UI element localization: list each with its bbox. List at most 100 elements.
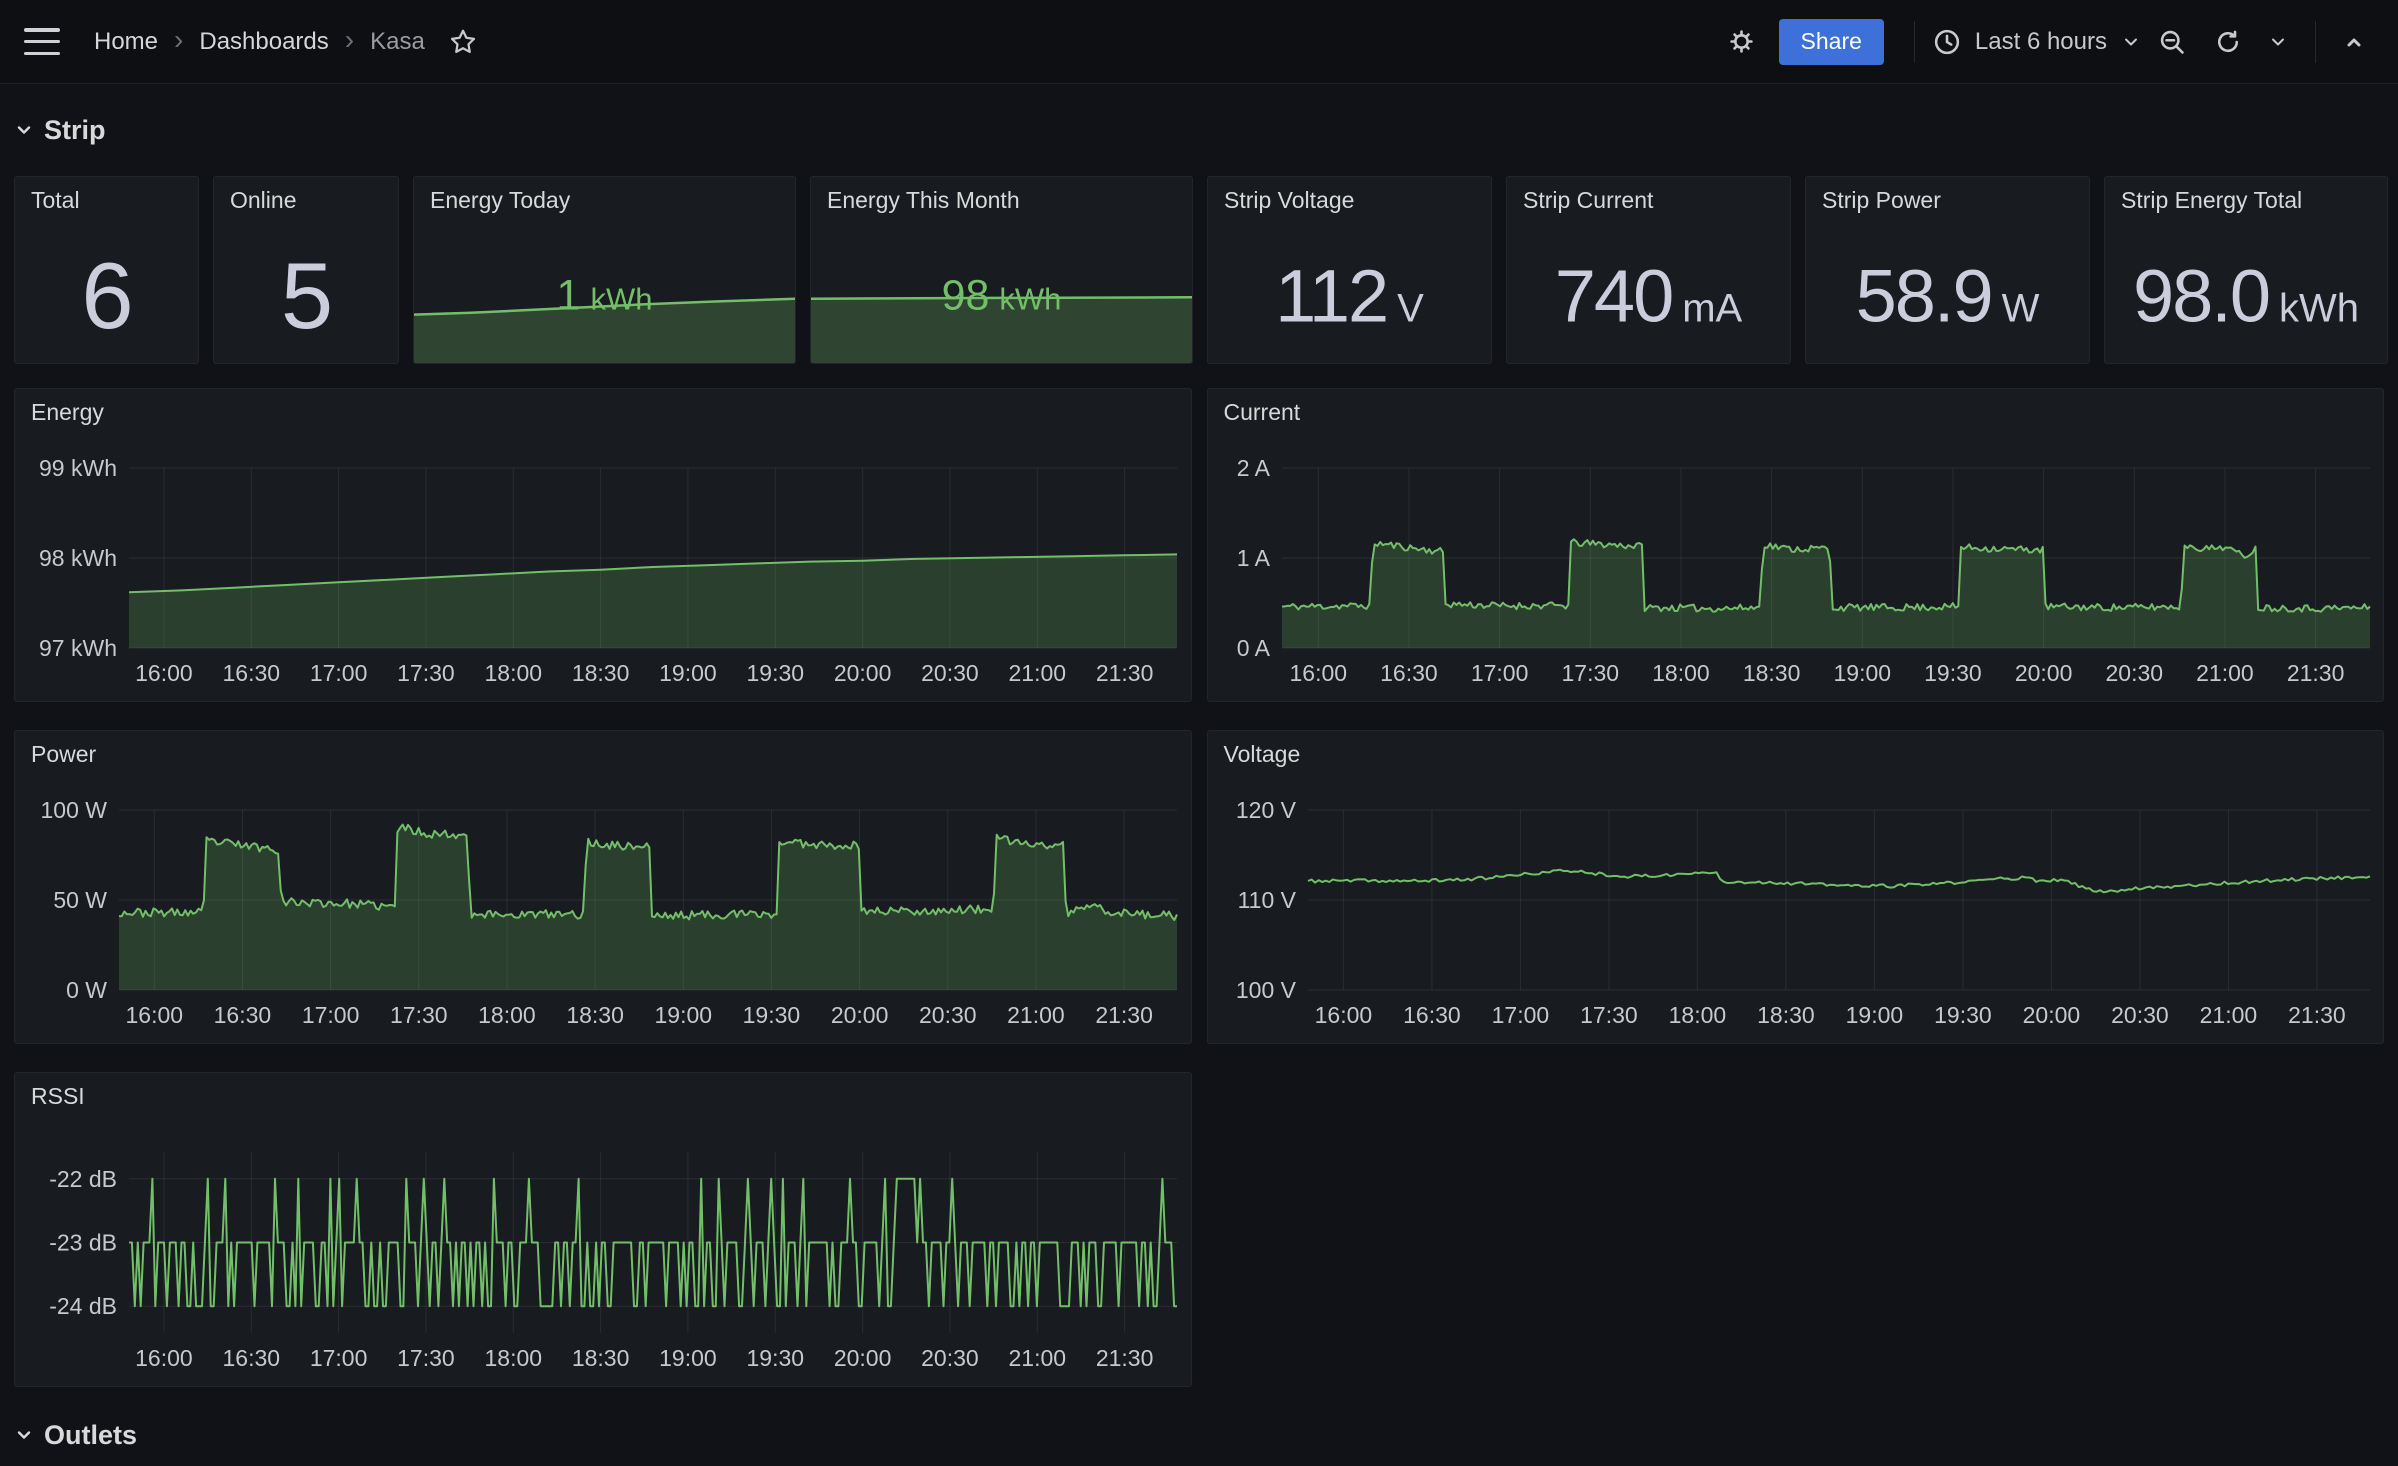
voltage-chart-plot[interactable]: 16:0016:3017:0017:3018:0018:3019:0019:30… [1208,731,2384,1043]
chevron-down-icon [2268,32,2288,52]
collapse-topbar-button[interactable] [2334,17,2374,67]
clock-icon [1933,28,1961,56]
panel-title-voltage[interactable]: Voltage [1224,741,1301,768]
svg-text:18:30: 18:30 [1757,1002,1815,1028]
svg-text:18:30: 18:30 [566,1002,624,1028]
refresh-interval-dropdown[interactable] [2259,17,2297,67]
stat-panel-strip-energy-total: Strip Energy Total 98.0kWh [2104,176,2388,364]
svg-text:19:30: 19:30 [743,1002,801,1028]
panel-title-strip-power[interactable]: Strip Power [1822,187,1941,214]
svg-text:20:30: 20:30 [921,660,979,686]
svg-text:-22 dB: -22 dB [49,1166,117,1192]
chart-panel-energy: Energy 16:0016:3017:0017:3018:0018:3019:… [14,388,1192,702]
stat-panel-energy-this-month: Energy This Month 98kWh [810,176,1193,364]
time-range-label: Last 6 hours [1975,28,2107,56]
share-button[interactable]: Share [1779,19,1884,65]
panel-title-power[interactable]: Power [31,741,96,768]
stat-value-total: 6 [15,242,198,350]
svg-text:16:30: 16:30 [222,660,280,686]
section-row-outlets[interactable]: Outlets [14,1415,137,1455]
section-title-outlets: Outlets [44,1420,137,1451]
svg-text:0 W: 0 W [66,977,107,1003]
star-favorite-button[interactable] [441,20,485,64]
svg-text:16:30: 16:30 [222,1345,280,1371]
svg-text:18:00: 18:00 [1668,1002,1726,1028]
breadcrumb-home[interactable]: Home [94,28,158,56]
stat-value-strip-energy-total: 98.0kWh [2105,254,2387,339]
panel-title-energy-today[interactable]: Energy Today [430,187,570,214]
svg-text:17:00: 17:00 [1470,660,1528,686]
stat-value-online: 5 [214,242,398,350]
stat-panel-energy-today: Energy Today 1kWh [413,176,796,364]
svg-text:19:30: 19:30 [746,1345,804,1371]
panel-title-total[interactable]: Total [31,187,80,214]
svg-text:99 kWh: 99 kWh [39,455,117,481]
svg-text:17:30: 17:30 [1561,660,1619,686]
svg-text:98 kWh: 98 kWh [39,545,117,571]
rssi-chart-plot[interactable]: 16:0016:3017:0017:3018:0018:3019:0019:30… [15,1073,1191,1386]
stat-value-energy-this-month: 98kWh [811,272,1192,321]
section-title-strip: Strip [44,115,106,146]
svg-text:18:00: 18:00 [484,1345,542,1371]
svg-text:20:00: 20:00 [834,1345,892,1371]
energy-chart-plot[interactable]: 16:0016:3017:0017:3018:0018:3019:0019:30… [15,389,1191,701]
svg-text:1 A: 1 A [1236,545,1270,571]
dashboard-content: Strip Total 6 Online 5 Energy Today 1kWh… [0,110,2398,1455]
svg-text:-23 dB: -23 dB [49,1230,117,1256]
menu-icon[interactable] [24,28,60,55]
chart-panel-power: Power 16:0016:3017:0017:3018:0018:3019:0… [14,730,1192,1044]
panel-title-strip-energy-total[interactable]: Strip Energy Total [2121,187,2302,214]
svg-text:18:30: 18:30 [572,660,630,686]
panel-title-strip-current[interactable]: Strip Current [1523,187,1653,214]
svg-text:21:00: 21:00 [1008,1345,1066,1371]
panel-title-energy[interactable]: Energy [31,399,104,426]
refresh-button[interactable] [2203,17,2253,67]
time-range-zoom-out-button[interactable] [2147,17,2197,67]
breadcrumb: Home › Dashboards › Kasa [94,20,485,64]
svg-text:19:00: 19:00 [1845,1002,1903,1028]
panel-title-energy-this-month[interactable]: Energy This Month [827,187,1020,214]
svg-text:21:00: 21:00 [2199,1002,2257,1028]
star-icon [448,27,478,57]
chart-panels-grid: Energy 16:00 16:30 17:00 17:30 18:00 18:30 19:… [14,388,2384,1387]
svg-text:20:00: 20:00 [2014,660,2072,686]
svg-text:19:00: 19:00 [659,660,717,686]
zoom-out-icon [2158,28,2186,56]
current-chart-plot[interactable]: 16:0016:3017:0017:3018:0018:3019:0019:30… [1208,389,2384,701]
stat-value-strip-current: 740mA [1507,254,1790,339]
svg-text:20:00: 20:00 [831,1002,889,1028]
svg-text:21:00: 21:00 [2196,660,2254,686]
panel-title-online[interactable]: Online [230,187,296,214]
svg-text:21:30: 21:30 [2288,1002,2346,1028]
chevron-down-icon [14,1425,34,1445]
panel-title-current[interactable]: Current [1224,399,1301,426]
breadcrumb-dashboards[interactable]: Dashboards [199,28,328,56]
svg-text:18:00: 18:00 [478,1002,536,1028]
svg-text:100 V: 100 V [1235,977,1296,1003]
panel-title-rssi[interactable]: RSSI [31,1083,85,1110]
dashboard-settings-button[interactable] [1717,17,1767,67]
section-row-strip[interactable]: Strip [14,110,106,150]
time-range-picker[interactable]: Last 6 hours [1933,28,2141,56]
stat-value-energy-today: 1kWh [414,272,795,321]
svg-text:17:00: 17:00 [1491,1002,1549,1028]
svg-text:16:30: 16:30 [1380,660,1438,686]
svg-text:120 V: 120 V [1235,797,1296,823]
svg-text:0 A: 0 A [1236,635,1270,661]
svg-text:100 W: 100 W [41,797,108,823]
chevron-right-icon: › [174,26,183,54]
svg-text:20:30: 20:30 [921,1345,979,1371]
power-chart-plot[interactable]: 16:0016:3017:0017:3018:0018:3019:0019:30… [15,731,1191,1043]
svg-text:18:30: 18:30 [1742,660,1800,686]
svg-text:17:30: 17:30 [1580,1002,1638,1028]
svg-text:20:30: 20:30 [2111,1002,2169,1028]
stat-panel-strip-voltage: Strip Voltage 112V [1207,176,1492,364]
svg-text:50 W: 50 W [53,887,107,913]
stat-value-strip-power: 58.9W [1806,254,2089,339]
svg-text:2 A: 2 A [1236,455,1270,481]
svg-text:17:00: 17:00 [310,1345,368,1371]
svg-text:16:00: 16:00 [135,660,193,686]
panel-title-strip-voltage[interactable]: Strip Voltage [1224,187,1354,214]
top-navigation-bar: Home › Dashboards › Kasa Share Last 6 ho… [0,0,2398,84]
svg-text:21:30: 21:30 [1096,1345,1154,1371]
